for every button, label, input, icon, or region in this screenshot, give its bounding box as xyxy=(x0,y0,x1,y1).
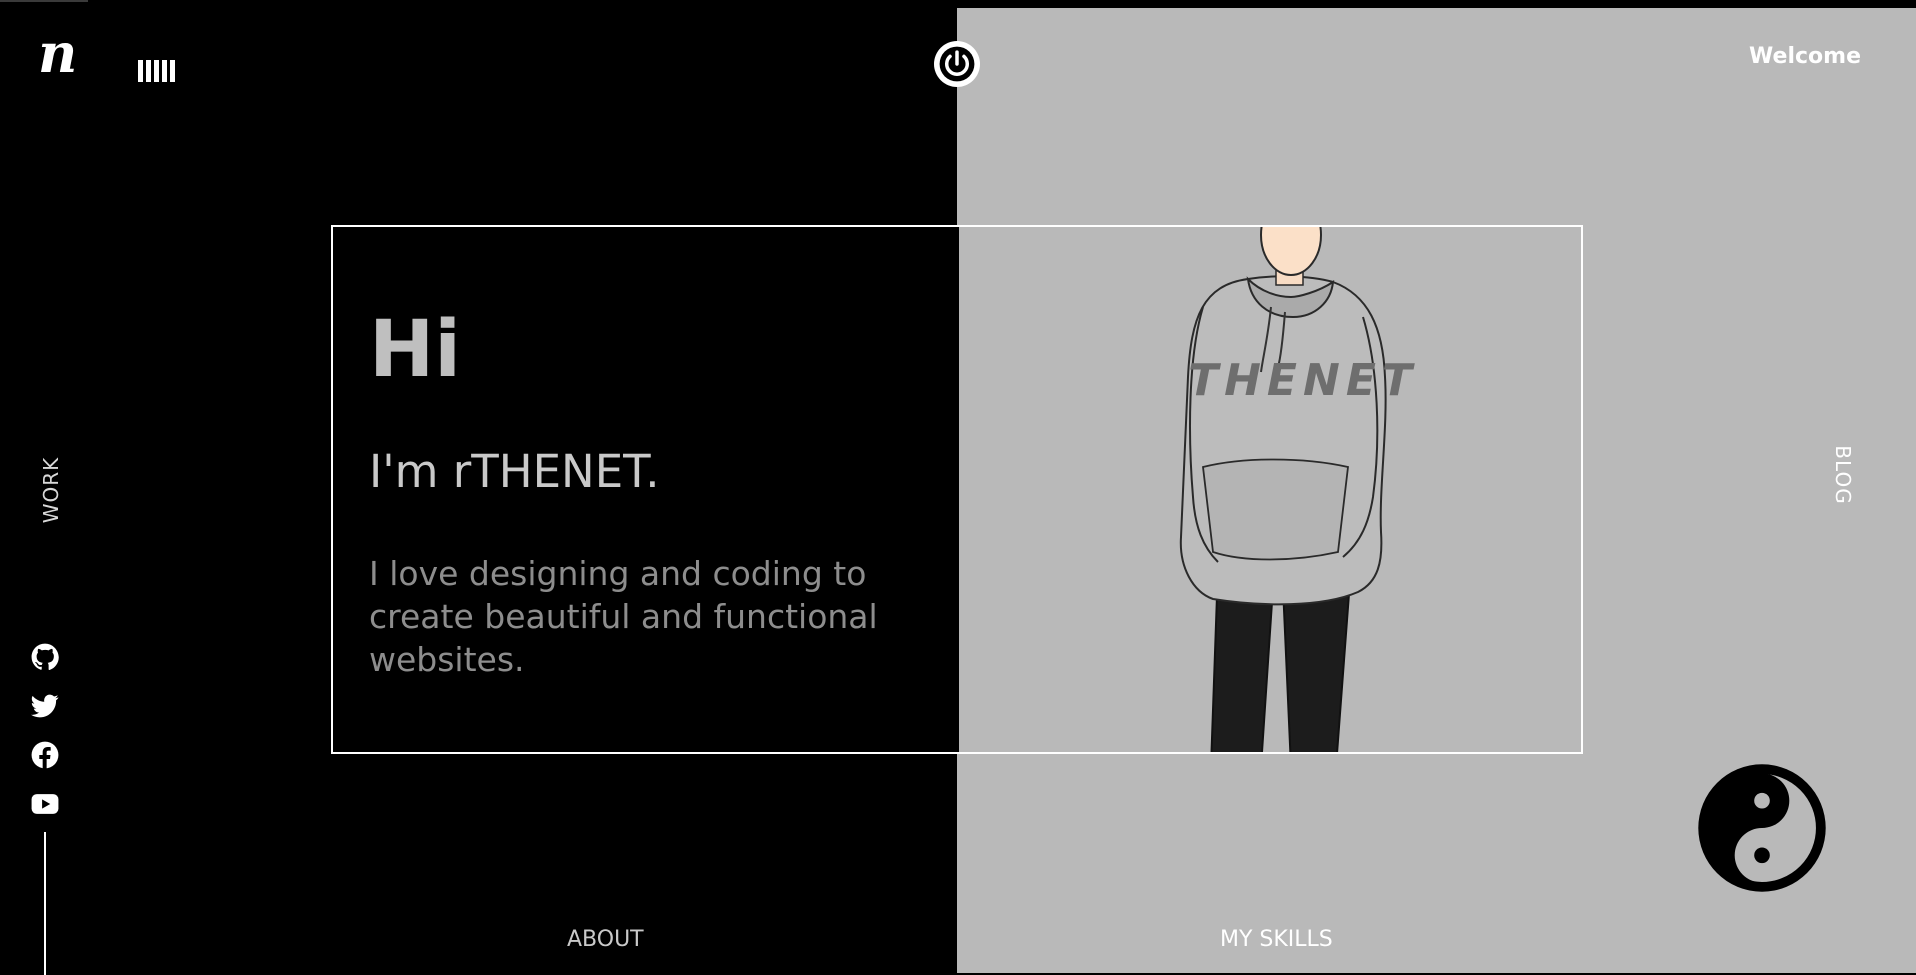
welcome-link[interactable]: Welcome xyxy=(1749,44,1861,69)
work-link[interactable]: WORK xyxy=(39,457,63,524)
social-links xyxy=(31,643,59,839)
power-button[interactable] xyxy=(934,41,980,87)
social-divider-line xyxy=(44,832,46,975)
facebook-icon[interactable] xyxy=(31,741,59,769)
hero-greeting: Hi xyxy=(369,305,462,395)
yin-yang-icon[interactable] xyxy=(1697,763,1827,893)
sound-bar xyxy=(146,60,151,82)
skills-link[interactable]: MY SKILLS xyxy=(1220,927,1333,952)
site-logo[interactable]: n xyxy=(38,26,77,80)
sound-bar xyxy=(162,60,167,82)
sound-bar xyxy=(138,60,143,82)
about-link[interactable]: ABOUT xyxy=(567,927,644,952)
sound-bar xyxy=(170,60,175,82)
blog-link[interactable]: BLOG xyxy=(1831,445,1855,504)
sound-bar xyxy=(154,60,159,82)
top-edge-marker xyxy=(0,0,88,2)
github-icon[interactable] xyxy=(31,643,59,671)
hero-intro: I'm rTHENET. xyxy=(369,445,660,498)
sound-toggle[interactable] xyxy=(138,60,175,82)
avatar-illustration: THENET xyxy=(1179,227,1418,752)
youtube-icon[interactable] xyxy=(31,790,59,818)
avatar-overlay-text: THENET xyxy=(1188,355,1418,406)
hero-frame: Hi I'm rTHENET. I love designing and cod… xyxy=(331,225,1583,754)
hero-description: I love designing and coding to create be… xyxy=(369,554,878,679)
power-icon xyxy=(939,46,975,82)
twitter-icon[interactable] xyxy=(31,692,59,720)
